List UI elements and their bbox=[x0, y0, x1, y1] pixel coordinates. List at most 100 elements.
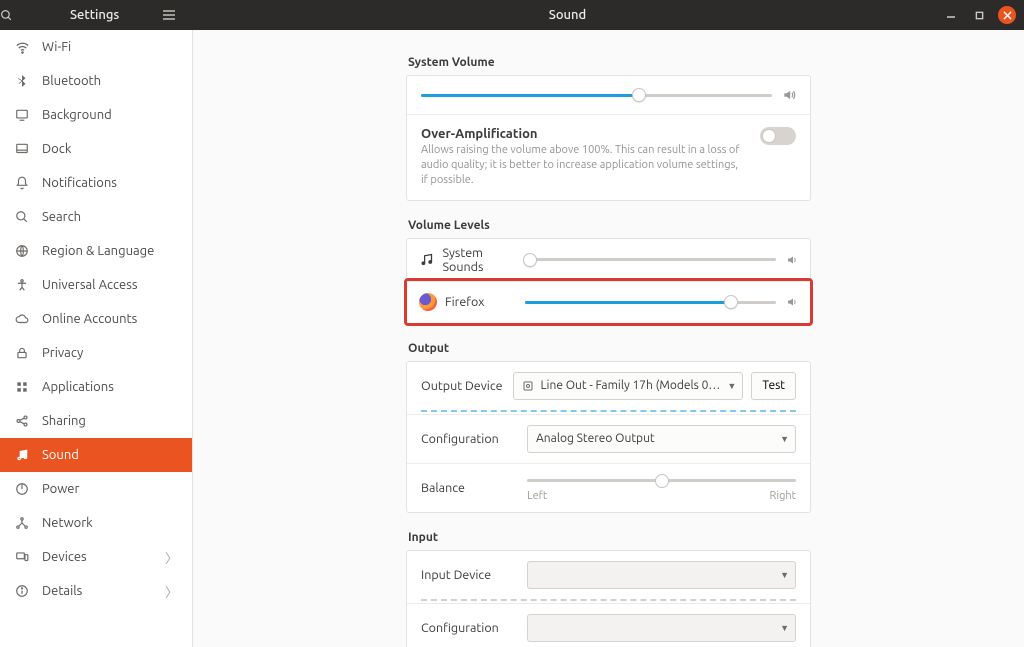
close-button[interactable] bbox=[998, 6, 1016, 24]
input-device-label: Input Device bbox=[421, 568, 517, 582]
panel-title: Sound bbox=[193, 8, 942, 22]
sidebar-item-label: Region & Language bbox=[42, 244, 154, 258]
app-volume-firefox: Firefox bbox=[407, 281, 810, 323]
accessibility-icon bbox=[14, 277, 30, 293]
devices-icon bbox=[14, 549, 30, 565]
background-icon bbox=[14, 107, 30, 123]
minimize-button[interactable] bbox=[942, 6, 960, 24]
chevron-right-icon: 〉 bbox=[165, 548, 178, 567]
balance-right-label: Right bbox=[770, 490, 796, 502]
section-title-system-volume: System Volume bbox=[408, 56, 811, 69]
over-amp-desc: Allows raising the volume above 100%. Th… bbox=[421, 143, 741, 188]
chevron-right-icon: 〉 bbox=[165, 582, 178, 601]
sidebar-item-label: Details bbox=[42, 584, 82, 598]
info-icon bbox=[14, 583, 30, 599]
sidebar-title: Settings bbox=[30, 8, 163, 22]
globe-icon bbox=[14, 243, 30, 259]
wifi-icon bbox=[14, 39, 30, 55]
hamburger-icon[interactable] bbox=[163, 10, 193, 20]
sidebar-item-label: Online Accounts bbox=[42, 312, 137, 326]
sidebar-item-label: Network bbox=[42, 516, 93, 530]
output-card: Output Device Line Out - Family 17h (Mod… bbox=[406, 361, 811, 513]
maximize-button[interactable] bbox=[970, 6, 988, 24]
app-volume-slider[interactable] bbox=[525, 295, 776, 309]
app-name: Firefox bbox=[445, 295, 485, 309]
input-device-combobox[interactable]: ▼ bbox=[527, 561, 796, 589]
sidebar-item-region[interactable]: Region & Language bbox=[0, 234, 192, 268]
dock-icon bbox=[14, 141, 30, 157]
cloud-icon bbox=[14, 311, 30, 327]
sidebar-item-devices[interactable]: Devices 〉 bbox=[0, 540, 192, 574]
balance-label: Balance bbox=[421, 481, 517, 495]
sidebar-item-label: Universal Access bbox=[42, 278, 137, 292]
sidebar-item-applications[interactable]: Applications bbox=[0, 370, 192, 404]
app-volume-slider[interactable] bbox=[525, 253, 776, 267]
output-device-label: Output Device bbox=[421, 379, 503, 393]
sidebar-item-power[interactable]: Power bbox=[0, 472, 192, 506]
window-controls bbox=[942, 6, 1024, 24]
section-title-volume-levels: Volume Levels bbox=[408, 219, 811, 232]
firefox-icon bbox=[419, 293, 437, 311]
sidebar-item-label: Devices bbox=[42, 550, 87, 564]
output-config-label: Configuration bbox=[421, 432, 517, 446]
sidebar-item-details[interactable]: Details 〉 bbox=[0, 574, 192, 608]
over-amp-title: Over-Amplification bbox=[421, 127, 748, 141]
search-icon bbox=[14, 209, 30, 225]
sidebar-item-privacy[interactable]: Privacy bbox=[0, 336, 192, 370]
speaker-icon[interactable] bbox=[782, 88, 796, 102]
sidebar-item-label: Power bbox=[42, 482, 79, 496]
sidebar-item-label: Background bbox=[42, 108, 112, 122]
sidebar-item-label: Privacy bbox=[42, 346, 83, 360]
sidebar-item-background[interactable]: Background bbox=[0, 98, 192, 132]
sidebar-item-search[interactable]: Search bbox=[0, 200, 192, 234]
output-config-combobox[interactable]: Analog Stereo Output ▼ bbox=[527, 425, 796, 453]
share-icon bbox=[14, 413, 30, 429]
input-config-combobox[interactable]: ▼ bbox=[527, 614, 796, 642]
system-volume-card: Over-Amplification Allows raising the vo… bbox=[406, 75, 811, 201]
highlighted-firefox-row: Firefox bbox=[404, 278, 813, 326]
chevron-down-icon: ▼ bbox=[780, 623, 789, 633]
search-icon[interactable] bbox=[0, 9, 30, 22]
over-amp-toggle[interactable] bbox=[760, 127, 796, 145]
sidebar-item-sound[interactable]: Sound bbox=[0, 438, 192, 472]
app-volume-system-sounds: System Sounds bbox=[407, 239, 810, 281]
apps-icon bbox=[14, 379, 30, 395]
sidebar-item-wifi[interactable]: Wi-Fi bbox=[0, 30, 192, 64]
system-volume-slider[interactable] bbox=[421, 88, 772, 102]
test-button[interactable]: Test bbox=[751, 372, 796, 400]
sidebar-item-bluetooth[interactable]: Bluetooth bbox=[0, 64, 192, 98]
sidebar-item-universal[interactable]: Universal Access bbox=[0, 268, 192, 302]
sidebar-item-label: Search bbox=[42, 210, 81, 224]
sidebar: Wi-Fi Bluetooth Background Dock Notifica… bbox=[0, 30, 193, 647]
network-icon bbox=[14, 515, 30, 531]
input-config-label: Configuration bbox=[421, 621, 517, 635]
output-device-combobox[interactable]: Line Out - Family 17h (Models 0… ▼ bbox=[513, 372, 743, 400]
chevron-down-icon: ▼ bbox=[727, 381, 736, 391]
lock-icon bbox=[14, 345, 30, 361]
sidebar-item-label: Notifications bbox=[42, 176, 117, 190]
bluetooth-icon bbox=[14, 73, 30, 89]
sidebar-item-sharing[interactable]: Sharing bbox=[0, 404, 192, 438]
output-config-value: Analog Stereo Output bbox=[536, 432, 655, 445]
balance-left-label: Left bbox=[527, 490, 547, 502]
content-area[interactable]: System Volume Over-Amplification Al bbox=[193, 30, 1024, 647]
section-title-output: Output bbox=[408, 342, 811, 355]
sidebar-item-label: Wi-Fi bbox=[42, 40, 71, 54]
volume-levels-card: System Sounds Firefox bbox=[406, 238, 811, 324]
sidebar-item-label: Applications bbox=[42, 380, 114, 394]
sidebar-item-network[interactable]: Network bbox=[0, 506, 192, 540]
music-note-icon bbox=[419, 251, 435, 269]
sidebar-item-notifications[interactable]: Notifications bbox=[0, 166, 192, 200]
speaker-icon[interactable] bbox=[786, 254, 798, 266]
sidebar-item-dock[interactable]: Dock bbox=[0, 132, 192, 166]
speaker-icon[interactable] bbox=[786, 296, 798, 308]
section-title-input: Input bbox=[408, 531, 811, 544]
sidebar-item-label: Dock bbox=[42, 142, 71, 156]
sidebar-item-label: Sharing bbox=[42, 414, 86, 428]
balance-slider[interactable] bbox=[527, 474, 796, 488]
power-icon bbox=[14, 481, 30, 497]
sidebar-item-online-accounts[interactable]: Online Accounts bbox=[0, 302, 192, 336]
music-icon bbox=[14, 447, 30, 463]
sidebar-item-label: Bluetooth bbox=[42, 74, 101, 88]
app-name: System Sounds bbox=[443, 246, 516, 274]
